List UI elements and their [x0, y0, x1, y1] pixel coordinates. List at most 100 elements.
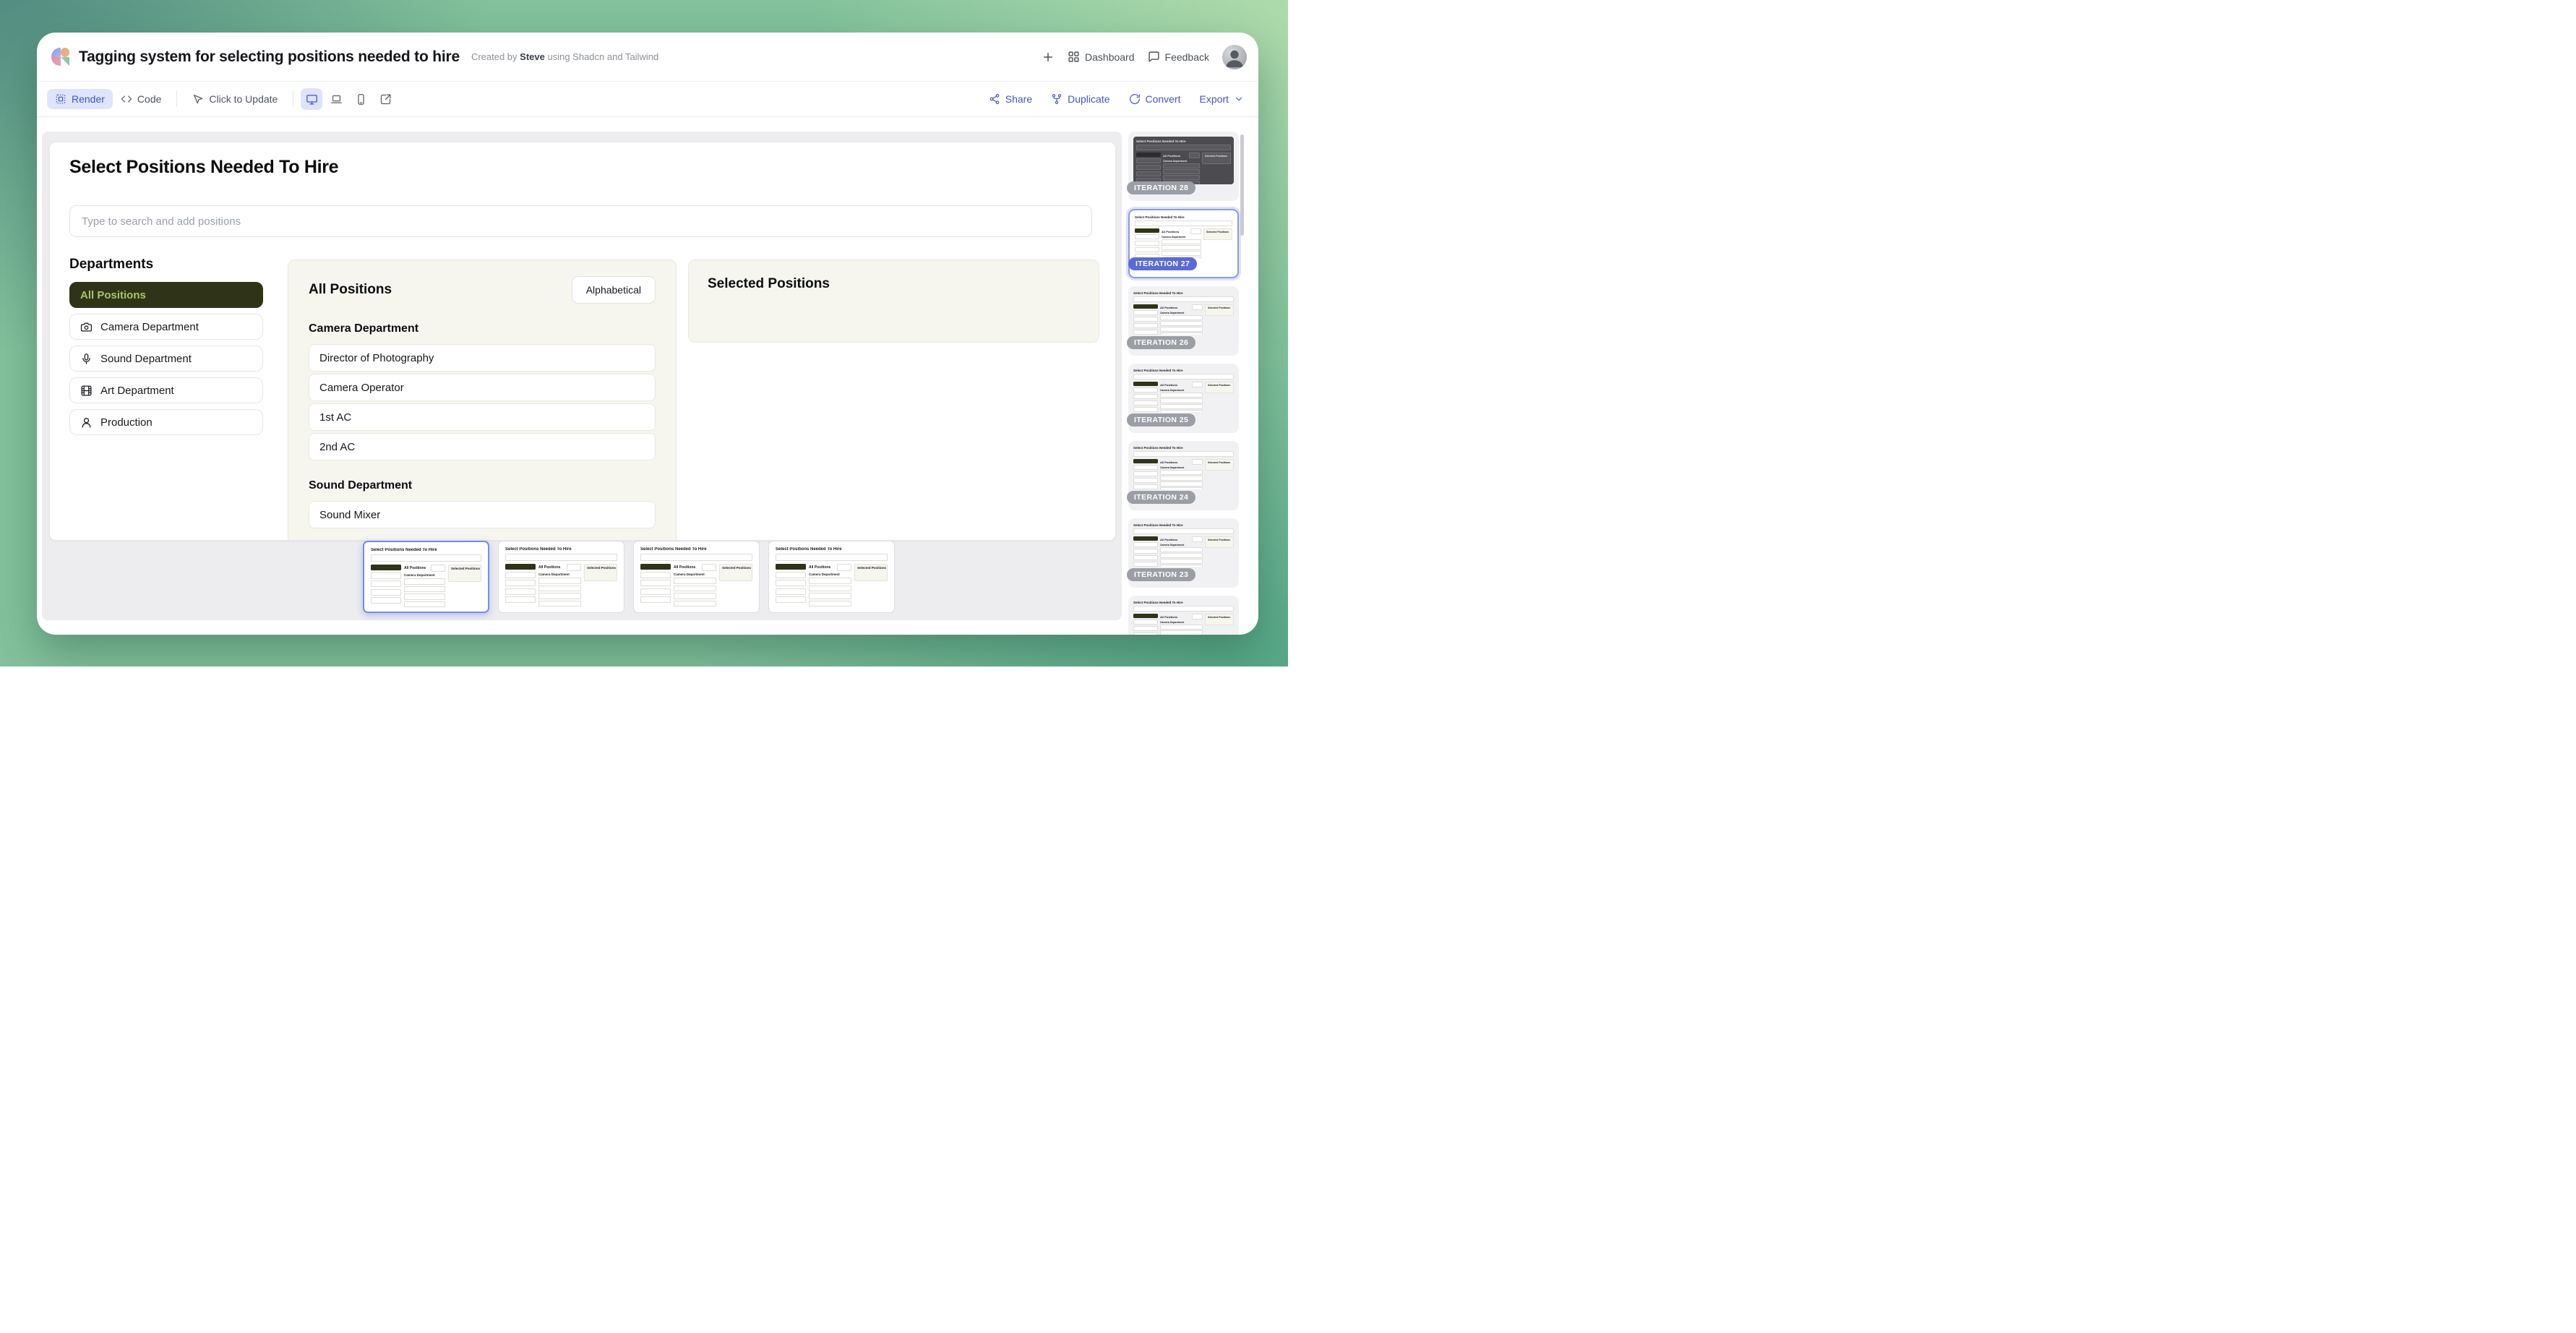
- toolbar-divider: [176, 91, 177, 107]
- positions-sections: Camera DepartmentDirector of Photography…: [309, 322, 656, 528]
- department-art-department[interactable]: Art Department: [69, 377, 263, 403]
- user-icon: [80, 416, 93, 429]
- mini-preview: Select Positions Needed To Hire All Posi…: [1133, 601, 1234, 635]
- sidebar-scrollbar[interactable]: [1240, 134, 1244, 236]
- iteration-card[interactable]: Select Positions Needed To Hire All Posi…: [1128, 441, 1239, 510]
- version-thumbnail[interactable]: Select Positions Needed To Hire All Posi…: [768, 541, 895, 613]
- position-row[interactable]: Sound Mixer: [309, 501, 656, 528]
- iteration-card-partial[interactable]: Select Positions Needed To Hire All Posi…: [1128, 596, 1239, 635]
- refresh-icon: [1129, 93, 1141, 105]
- editor-toolbar: Render Code Click to Update: [37, 82, 1258, 117]
- iteration-badge: ITERATION 24: [1127, 491, 1195, 504]
- mini-preview: Select Positions Needed To Hire All Posi…: [1133, 523, 1234, 567]
- header-actions: Dashboard Feedback: [1042, 45, 1247, 69]
- feedback-label: Feedback: [1165, 51, 1209, 63]
- sort-alphabetical-button[interactable]: Alphabetical: [572, 276, 656, 304]
- iteration-card[interactable]: Select Positions Needed To Hire All Posi…: [1128, 209, 1239, 278]
- version-thumbnail[interactable]: Select Positions Needed To Hire All Posi…: [363, 541, 489, 613]
- iteration-badge: ITERATION 27: [1128, 257, 1197, 270]
- position-row[interactable]: 2nd AC: [309, 433, 656, 460]
- iterations-sidebar: Select Positions Needed To Hire All Posi…: [1128, 132, 1239, 635]
- preview-heading: Select Positions Needed To Hire: [69, 157, 1115, 178]
- toolbar-actions: Share Duplicate Convert Export: [989, 93, 1248, 105]
- laptop-icon: [330, 93, 343, 106]
- mini-preview: Select Positions Needed To Hire All Posi…: [640, 547, 752, 609]
- share-button[interactable]: Share: [989, 93, 1032, 105]
- iteration-card[interactable]: Select Positions Needed To Hire All Posi…: [1128, 132, 1239, 201]
- position-row[interactable]: 1st AC: [309, 403, 656, 431]
- mini-preview: Select Positions Needed To Hire All Posi…: [1135, 215, 1232, 259]
- app-preview-card: Select Positions Needed To Hire Departme…: [49, 142, 1116, 541]
- iteration-card[interactable]: Select Positions Needed To Hire All Posi…: [1128, 286, 1239, 356]
- film-icon: [80, 385, 93, 397]
- click-to-update-button[interactable]: Click to Update: [184, 89, 285, 109]
- mini-preview: Select Positions Needed To Hire All Posi…: [1133, 446, 1234, 489]
- chat-bubble-icon: [1148, 51, 1160, 63]
- selected-positions-heading: Selected Positions: [708, 276, 1080, 292]
- mic-icon: [80, 353, 93, 365]
- all-positions-heading: All Positions: [309, 282, 392, 298]
- convert-label: Convert: [1146, 93, 1181, 105]
- device-laptop-button[interactable]: [325, 88, 347, 110]
- chevron-down-icon: [1234, 94, 1244, 104]
- selected-positions-panel: Selected Positions: [688, 260, 1099, 343]
- department-label: Production: [100, 416, 153, 429]
- avatar[interactable]: [1222, 45, 1247, 69]
- iteration-badge: ITERATION 28: [1127, 181, 1195, 194]
- department-camera-department[interactable]: Camera Department: [69, 314, 263, 340]
- iteration-badge: ITERATION 25: [1127, 413, 1195, 427]
- department-all-positions[interactable]: All Positions: [69, 282, 263, 308]
- position-row[interactable]: Camera Operator: [309, 374, 656, 401]
- search-input[interactable]: [69, 205, 1092, 237]
- department-label: Art Department: [100, 385, 174, 397]
- department-sound-department[interactable]: Sound Department: [69, 346, 263, 372]
- share-icon: [989, 93, 1000, 105]
- export-label: Export: [1200, 93, 1229, 105]
- page-title: Tagging system for selecting positions n…: [79, 48, 460, 66]
- canvas-area: Select Positions Needed To Hire Departme…: [42, 132, 1122, 620]
- plus-icon: [1042, 51, 1055, 64]
- department-label: Camera Department: [100, 321, 199, 333]
- grid-icon: [1068, 51, 1080, 63]
- convert-button[interactable]: Convert: [1129, 93, 1181, 105]
- duplicate-button[interactable]: Duplicate: [1051, 93, 1109, 105]
- created-by-prefix: Created by: [471, 51, 518, 62]
- app-logo-icon: [51, 48, 69, 66]
- created-by: Created by Steve using Shadcn and Tailwi…: [471, 51, 658, 62]
- share-label: Share: [1005, 93, 1032, 105]
- code-label: Code: [137, 93, 161, 105]
- departments-column: Departments All Positions Camera Departme…: [69, 257, 263, 435]
- app-header: Tagging system for selecting positions n…: [37, 33, 1258, 82]
- departments-heading: Departments: [69, 257, 263, 273]
- dashboard-button[interactable]: Dashboard: [1068, 51, 1135, 63]
- open-preview-button[interactable]: [374, 88, 396, 110]
- department-label: Sound Department: [100, 353, 192, 365]
- mini-preview: Select Positions Needed To Hire All Posi…: [776, 547, 888, 609]
- export-button[interactable]: Export: [1200, 93, 1244, 105]
- feedback-button[interactable]: Feedback: [1148, 51, 1209, 63]
- external-link-icon: [379, 93, 392, 106]
- new-project-button[interactable]: [1042, 51, 1055, 64]
- app-window: Tagging system for selecting positions n…: [37, 33, 1258, 635]
- desktop-background: Tagging system for selecting positions n…: [0, 0, 1288, 666]
- camera-icon: [80, 321, 93, 333]
- editor-body: Select Positions Needed To Hire Departme…: [37, 117, 1258, 635]
- mini-preview: Select Positions Needed To Hire All Posi…: [1133, 291, 1234, 335]
- iteration-card[interactable]: Select Positions Needed To Hire All Posi…: [1128, 518, 1239, 588]
- iteration-badge: ITERATION 23: [1127, 568, 1195, 581]
- departments-list: All Positions Camera Department Sound Depa…: [69, 282, 263, 435]
- mini-preview: Select Positions Needed To Hire All Posi…: [505, 547, 617, 609]
- render-tab[interactable]: Render: [47, 89, 113, 109]
- device-mobile-button[interactable]: [350, 88, 372, 110]
- version-thumbnail[interactable]: Select Positions Needed To Hire All Posi…: [633, 541, 760, 613]
- department-production[interactable]: Production: [69, 409, 263, 435]
- version-thumbnail[interactable]: Select Positions Needed To Hire All Posi…: [498, 541, 624, 613]
- device-desktop-button[interactable]: [301, 88, 322, 110]
- department-label: All Positions: [80, 289, 146, 301]
- position-row[interactable]: Director of Photography: [309, 344, 656, 372]
- iteration-card[interactable]: Select Positions Needed To Hire All Posi…: [1128, 364, 1239, 433]
- fork-icon: [1051, 93, 1062, 105]
- cursor-icon: [192, 93, 204, 105]
- created-by-suffix: using Shadcn and Tailwind: [547, 51, 658, 62]
- code-tab[interactable]: Code: [113, 89, 169, 109]
